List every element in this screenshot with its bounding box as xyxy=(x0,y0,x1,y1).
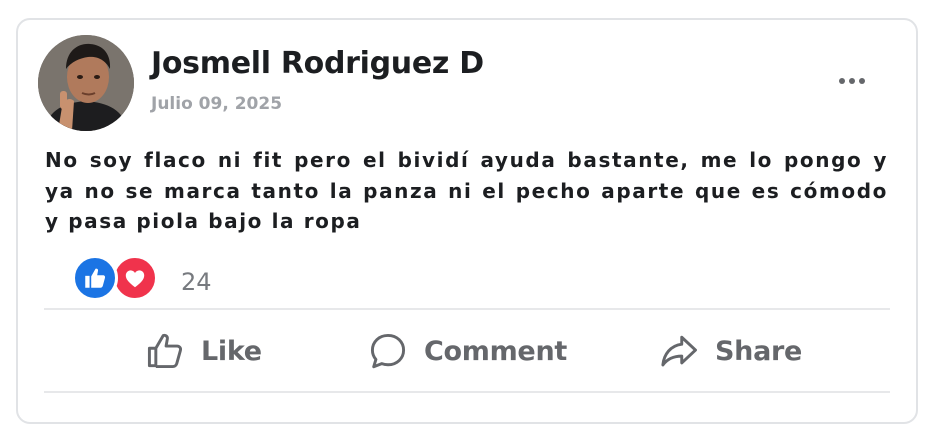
more-options-icon[interactable] xyxy=(832,66,872,96)
avatar[interactable] xyxy=(38,35,134,131)
love-reaction-icon xyxy=(112,255,158,301)
comment-label: Comment xyxy=(424,335,567,367)
thumbs-up-icon xyxy=(147,333,183,369)
speech-bubble-icon xyxy=(370,333,406,369)
author-name[interactable]: Josmell Rodriguez D xyxy=(151,46,484,81)
avatar-photo xyxy=(38,35,134,131)
reaction-summary[interactable] xyxy=(72,255,162,301)
divider xyxy=(44,391,890,393)
post-date[interactable]: Julio 09, 2025 xyxy=(151,94,282,114)
dot xyxy=(859,78,865,84)
dot xyxy=(849,78,855,84)
like-label: Like xyxy=(201,335,262,367)
share-button[interactable]: Share xyxy=(657,327,802,375)
reaction-count[interactable]: 24 xyxy=(181,268,212,296)
like-button[interactable]: Like xyxy=(143,327,262,375)
like-reaction-icon xyxy=(72,255,118,301)
divider xyxy=(44,308,890,310)
share-label: Share xyxy=(715,335,803,367)
dot xyxy=(839,78,845,84)
post-text: No soy flaco ni fit pero el bividí ayuda… xyxy=(45,148,888,233)
comment-button[interactable]: Comment xyxy=(366,327,567,375)
share-arrow-icon xyxy=(661,335,697,367)
